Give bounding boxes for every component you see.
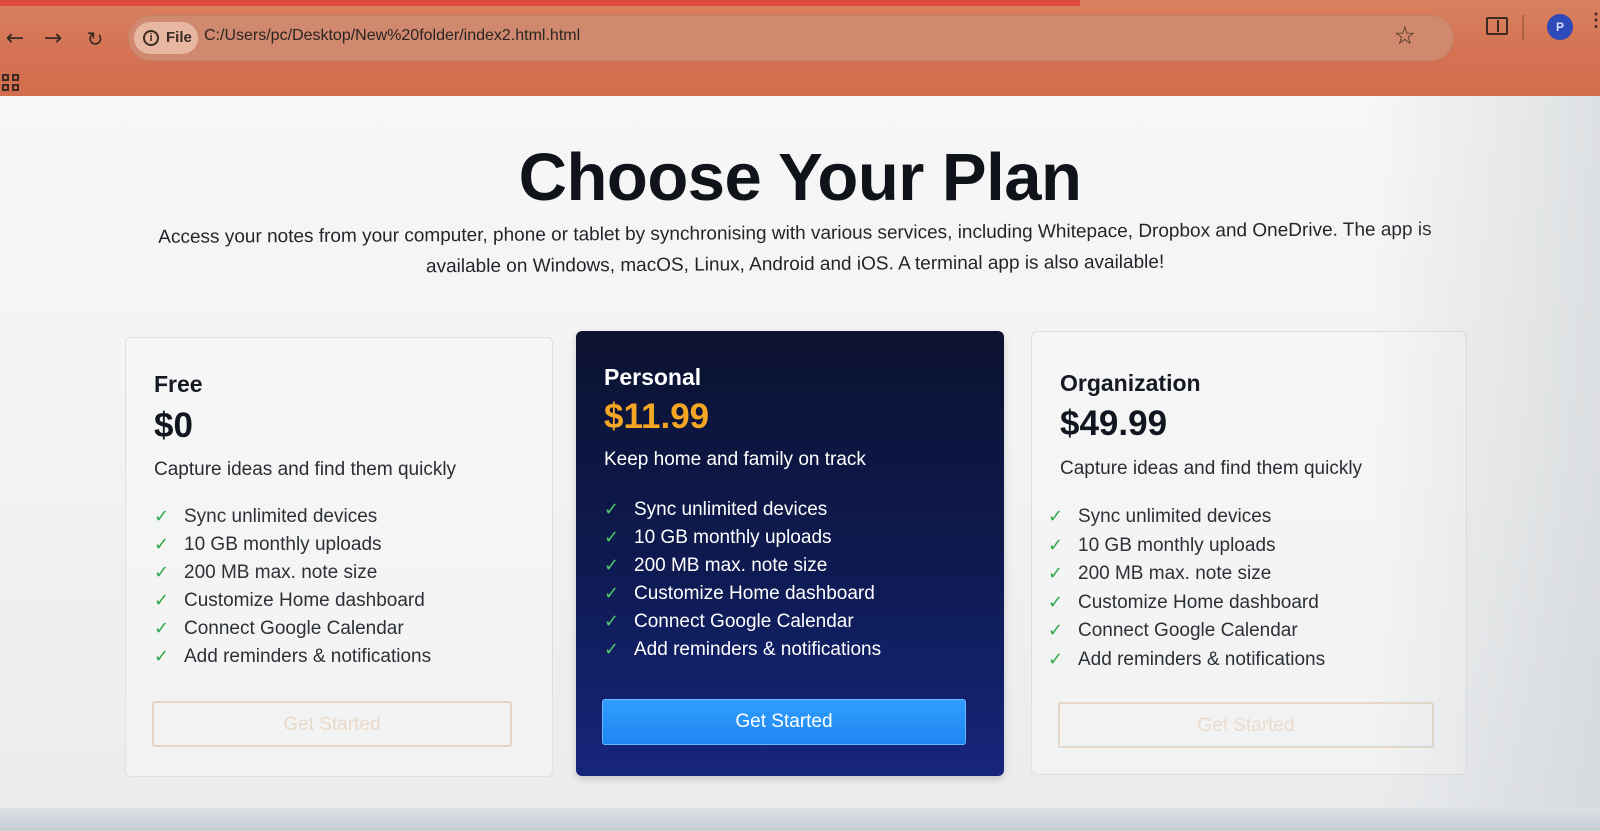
feature-label: Connect Google Calendar	[634, 611, 854, 632]
feature-item: ✓ Customize Home dashboard	[154, 590, 431, 618]
check-icon: ✓	[604, 527, 620, 548]
check-icon: ✓	[1048, 534, 1064, 556]
feature-item: ✓ 10 GB monthly uploads	[604, 527, 881, 555]
check-icon: ✓	[154, 506, 170, 527]
feature-item: ✓ Sync unlimited devices	[1048, 506, 1325, 535]
apps-icon-square	[2, 84, 9, 91]
feature-label: Sync unlimited devices	[1078, 506, 1272, 527]
back-arrow-icon[interactable]: ←	[0, 24, 30, 54]
screen-bottom-edge	[0, 808, 1600, 831]
feature-label: 10 GB monthly uploads	[1078, 534, 1276, 556]
plan-price: $11.99	[604, 397, 710, 436]
check-icon: ✓	[604, 555, 620, 576]
more-options-icon[interactable]: ⋮	[1587, 11, 1600, 40]
plan-price: $0	[154, 406, 193, 445]
plan-card-free: Free $0 Capture ideas and find them quic…	[125, 337, 553, 777]
page-title: Choose Your Plan	[518, 140, 1082, 215]
plan-description: Capture ideas and find them quickly	[1060, 458, 1363, 479]
feature-item: ✓ Add reminders & notifications	[1048, 649, 1325, 678]
site-info-button[interactable]: i File	[134, 22, 198, 54]
file-label: File	[166, 29, 192, 46]
feature-item: ✓ Connect Google Calendar	[604, 611, 881, 639]
get-started-button-free[interactable]: Get Started	[152, 701, 512, 747]
feature-label: Customize Home dashboard	[1078, 591, 1319, 613]
feature-label: Add reminders & notifications	[1078, 648, 1326, 670]
url-text[interactable]: C:/Users/pc/Desktop/New%20folder/index2.…	[204, 27, 580, 45]
feature-label: 200 MB max. note size	[184, 562, 378, 583]
feature-label: Connect Google Calendar	[1078, 620, 1298, 641]
feature-label: Add reminders & notifications	[634, 639, 882, 660]
address-bar[interactable]: i File C:/Users/pc/Desktop/New%20folder/…	[128, 15, 1454, 61]
feature-item: ✓ Connect Google Calendar	[1048, 620, 1325, 649]
toolbar-divider	[1522, 15, 1524, 41]
check-icon: ✓	[604, 583, 620, 604]
feature-item: ✓ Connect Google Calendar	[154, 618, 431, 646]
apps-icon-square	[12, 84, 19, 91]
feature-item: ✓ Add reminders & notifications	[604, 639, 881, 667]
get-started-button-organization[interactable]: Get Started	[1058, 702, 1434, 748]
check-icon: ✓	[1048, 506, 1064, 527]
feature-item: ✓ 200 MB max. note size	[1048, 563, 1325, 592]
check-icon: ✓	[154, 618, 170, 639]
feature-list: ✓ Sync unlimited devices ✓ 10 GB monthly u…	[604, 499, 881, 667]
browser-window: ← → ↻ i File C:/Users/pc/Desktop/New%20f…	[0, 0, 1600, 831]
profile-avatar[interactable]: P	[1547, 14, 1573, 40]
apps-icon[interactable]	[2, 74, 20, 92]
check-icon: ✓	[604, 639, 620, 660]
feature-label: 200 MB max. note size	[634, 555, 828, 576]
feature-label: Sync unlimited devices	[184, 506, 378, 527]
feature-item: ✓ Sync unlimited devices	[154, 506, 431, 534]
feature-item: ✓ Customize Home dashboard	[604, 583, 881, 611]
plan-description: Keep home and family on track	[604, 449, 866, 470]
feature-label: 10 GB monthly uploads	[634, 527, 832, 548]
plan-price: $49.99	[1060, 404, 1168, 443]
feature-item: ✓ Customize Home dashboard	[1048, 592, 1325, 621]
plan-name: Organization	[1060, 370, 1201, 396]
feature-item: ✓ 10 GB monthly uploads	[154, 534, 431, 562]
plan-card-personal: Personal $11.99 Keep home and family on …	[576, 331, 1004, 776]
feature-item: ✓ 200 MB max. note size	[604, 555, 881, 583]
feature-label: Customize Home dashboard	[634, 583, 875, 604]
plan-name: Free	[154, 371, 203, 397]
apps-icon-square	[12, 74, 19, 81]
reader-mode-icon[interactable]	[1486, 17, 1508, 35]
feature-label: 200 MB max. note size	[1078, 563, 1272, 584]
check-icon: ✓	[154, 534, 170, 555]
check-icon: ✓	[1048, 591, 1064, 613]
feature-label: Connect Google Calendar	[184, 618, 404, 639]
feature-item: ✓ 10 GB monthly uploads	[1048, 535, 1325, 564]
check-icon: ✓	[1048, 648, 1064, 670]
feature-list: ✓ Sync unlimited devices ✓ 10 GB monthly u…	[154, 506, 431, 674]
feature-item: ✓ Sync unlimited devices	[604, 499, 881, 527]
feature-label: Customize Home dashboard	[184, 590, 425, 611]
plan-name: Personal	[604, 364, 702, 390]
star-icon[interactable]: ☆	[1394, 21, 1416, 51]
feature-list: ✓ Sync unlimited devices ✓ 10 GB monthly u…	[1048, 506, 1325, 677]
check-icon: ✓	[1048, 563, 1064, 584]
check-icon: ✓	[154, 562, 170, 583]
check-icon: ✓	[154, 646, 170, 667]
plan-description: Capture ideas and find them quickly	[154, 459, 457, 480]
check-icon: ✓	[604, 499, 620, 520]
feature-label: 10 GB monthly uploads	[184, 534, 382, 555]
apps-icon-square	[2, 74, 9, 81]
check-icon: ✓	[154, 590, 170, 611]
feature-label: Sync unlimited devices	[634, 499, 828, 520]
page-subtitle: Access your notes from your computer, ph…	[158, 219, 1432, 278]
browser-toolbar: ← → ↻ i File C:/Users/pc/Desktop/New%20f…	[0, 0, 1600, 108]
info-icon: i	[143, 30, 159, 46]
forward-arrow-icon[interactable]: →	[38, 24, 68, 54]
plan-card-organization: Organization $49.99 Capture ideas and fi…	[1031, 331, 1467, 775]
get-started-button-personal[interactable]: Get Started	[602, 699, 966, 745]
reload-icon[interactable]: ↻	[80, 24, 110, 54]
check-icon: ✓	[604, 611, 620, 632]
pricing-page: Choose Your Plan Access your notes from …	[0, 96, 1600, 831]
check-icon: ✓	[1048, 620, 1064, 641]
tab-strip	[0, 0, 1080, 6]
feature-label: Add reminders & notifications	[184, 646, 432, 667]
feature-item: ✓ Add reminders & notifications	[154, 646, 431, 674]
feature-item: ✓ 200 MB max. note size	[154, 562, 431, 590]
